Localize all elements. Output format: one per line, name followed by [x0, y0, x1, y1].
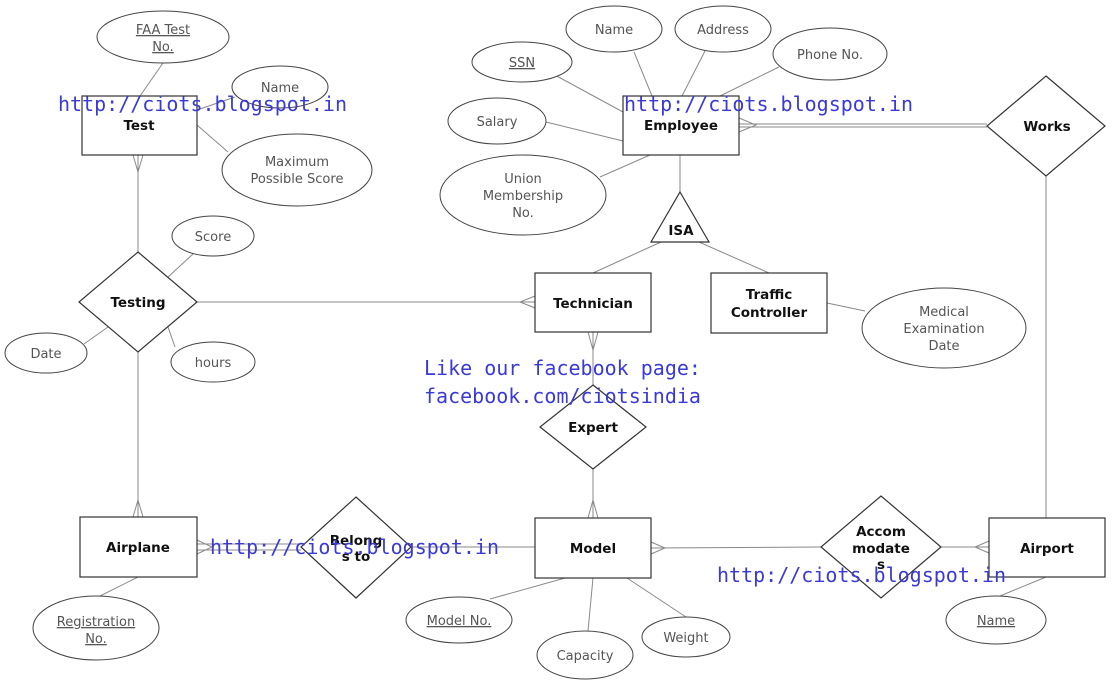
attribute-hours[interactable]: hours [170, 341, 256, 383]
er-diagram: Test Employee Technician Traffic Control… [0, 0, 1112, 682]
entity-technician[interactable]: Technician [534, 272, 652, 333]
relationship-label: modate [852, 541, 910, 557]
attribute-label: Salary [477, 115, 518, 130]
attribute-max-score[interactable]: Maximum Possible Score [221, 133, 373, 207]
attribute-ssn[interactable]: SSN [471, 41, 573, 83]
attribute-label: Weight [663, 631, 708, 646]
attribute-label: Name [977, 614, 1015, 629]
attribute-airport-name[interactable]: Name [945, 595, 1047, 645]
attribute-label: Score [195, 230, 231, 245]
attribute-label: Name [595, 23, 633, 38]
attribute-weight[interactable]: Weight [641, 616, 731, 658]
entity-label: Technician [553, 296, 633, 312]
attribute-label: No. [512, 206, 534, 221]
entity-traffic-controller[interactable]: Traffic Controller [710, 272, 828, 334]
er-diagram-svg: Test Employee Technician Traffic Control… [4, 5, 1106, 680]
attribute-label: Capacity [557, 649, 614, 664]
relationship-label: Expert [568, 420, 618, 436]
attribute-label: No. [85, 632, 107, 647]
relationship-label: Accom [856, 524, 906, 540]
attribute-label: No. [152, 40, 174, 55]
entity-label: Test [123, 118, 155, 134]
attribute-capacity[interactable]: Capacity [536, 630, 634, 680]
attribute-label: Address [697, 23, 749, 38]
attribute-faa-test-no[interactable]: FAA Test No. [96, 10, 230, 64]
entity-label: Airport [1020, 541, 1074, 557]
attribute-label: SSN [509, 56, 535, 71]
relationship-label: Testing [111, 295, 166, 311]
entity-label: Traffic [746, 287, 793, 303]
watermark-url: http://ciots.blogspot.in [624, 92, 913, 116]
attribute-date[interactable]: Date [4, 332, 88, 374]
watermark-facebook: Like our facebook page: [424, 356, 701, 380]
relationship-works[interactable]: Works [986, 75, 1106, 177]
entity-label: Model [570, 541, 616, 557]
entity-label: Controller [731, 305, 808, 321]
attribute-label: Possible Score [251, 172, 344, 187]
attribute-label: FAA Test [136, 23, 190, 38]
attribute-employee-name[interactable]: Name [565, 5, 663, 53]
attribute-label: Union [504, 172, 542, 187]
watermark-url: http://ciots.blogspot.in [58, 92, 347, 116]
attribute-score[interactable]: Score [171, 215, 255, 257]
attribute-label: Registration [57, 615, 135, 630]
attribute-label: Model No. [427, 614, 492, 629]
attribute-union-membership-no[interactable]: Union Membership No. [439, 154, 607, 236]
attribute-medical-examination-date[interactable]: Medical Examination Date [861, 287, 1027, 369]
attribute-phone-no[interactable]: Phone No. [772, 27, 888, 81]
attribute-address[interactable]: Address [674, 5, 772, 53]
attribute-model-no[interactable]: Model No. [405, 596, 513, 644]
attribute-label: Date [928, 339, 959, 354]
entity-label: Airplane [106, 540, 170, 556]
entity-model[interactable]: Model [534, 517, 652, 579]
attribute-label: Date [30, 347, 61, 362]
entity-label: Employee [644, 118, 718, 134]
attribute-label: Membership [483, 189, 563, 204]
relationship-label: Works [1023, 119, 1070, 135]
entity-airport[interactable]: Airport [988, 517, 1106, 578]
watermark-facebook: facebook.com/ciotsindia [424, 384, 701, 408]
entity-airplane[interactable]: Airplane [79, 516, 198, 578]
relationship-label: ISA [668, 223, 694, 239]
watermark-url: http://ciots.blogspot.in [717, 563, 1006, 587]
isa-triangle[interactable]: ISA [649, 190, 711, 243]
attribute-label: hours [195, 356, 232, 371]
watermark-url: http://ciots.blogspot.in [210, 535, 499, 559]
attribute-label: Medical [919, 305, 969, 320]
attribute-salary[interactable]: Salary [447, 97, 547, 145]
attribute-label: Examination [903, 322, 984, 337]
attribute-label: Phone No. [797, 48, 863, 63]
attribute-label: Maximum [265, 155, 329, 170]
attribute-registration-no[interactable]: Registration No. [32, 595, 160, 661]
